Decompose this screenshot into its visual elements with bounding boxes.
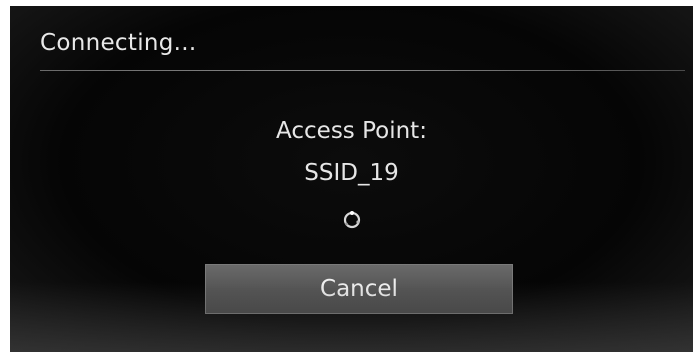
cancel-button[interactable]: Cancel — [205, 264, 513, 314]
connecting-dialog: Connecting... Access Point: SSID_19 Canc… — [10, 6, 693, 352]
access-point-label: Access Point: — [276, 118, 427, 144]
loading-spinner-icon — [343, 211, 361, 229]
cancel-button-label: Cancel — [320, 276, 398, 302]
ssid-value: SSID_19 — [304, 160, 399, 186]
dialog-title: Connecting... — [40, 30, 197, 56]
title-divider — [40, 70, 685, 71]
